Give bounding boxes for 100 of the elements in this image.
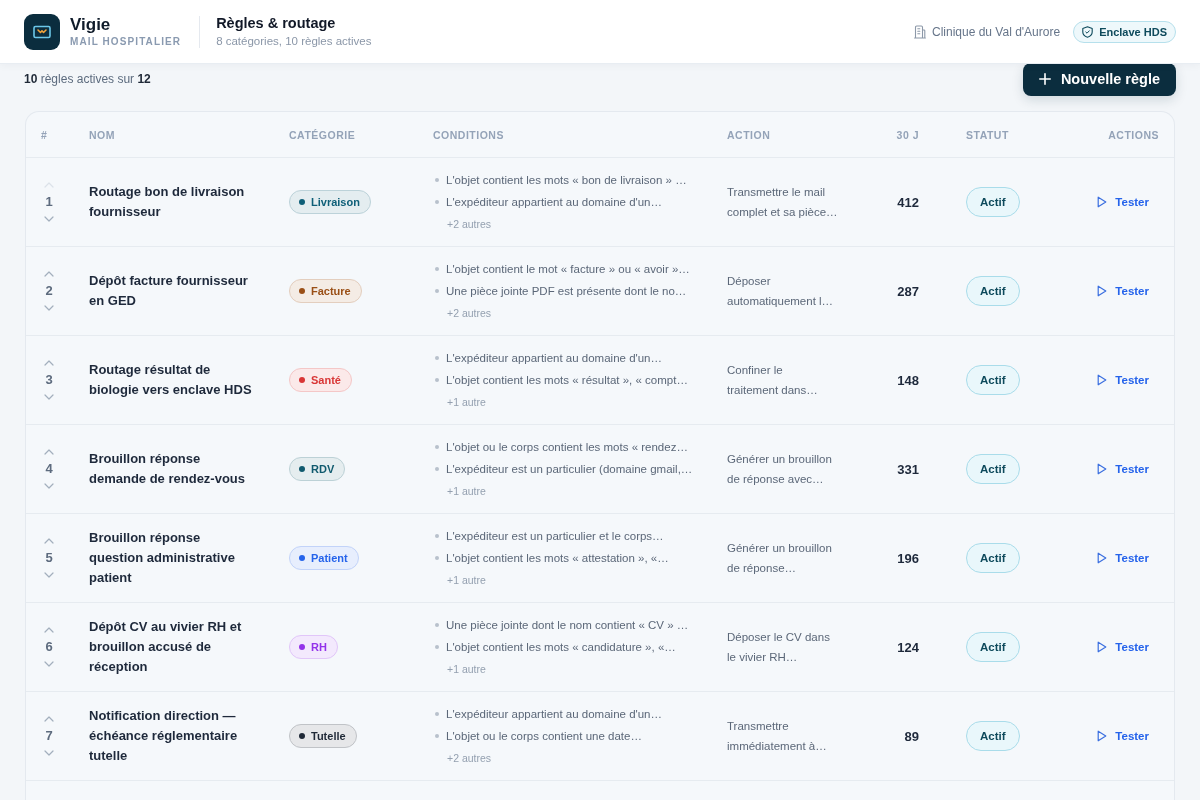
envelope-logo-icon <box>24 13 60 50</box>
rule-number: 3 <box>45 372 53 388</box>
match-count: 196 <box>897 550 919 566</box>
page-title: Règles & routage <box>216 14 337 32</box>
bullet-icon <box>435 623 439 627</box>
chevron-down-icon[interactable] <box>44 572 54 578</box>
status-badge: Actif <box>966 365 1020 395</box>
rule-action: Confiner le traitement dans… <box>727 363 818 398</box>
organization-name: Clinique du Val d'Aurore <box>931 24 1061 39</box>
play-icon <box>1097 374 1108 386</box>
play-icon <box>1097 552 1108 564</box>
more-conditions: +1 autre <box>446 662 486 677</box>
bullet-icon <box>435 534 439 538</box>
bullet-icon <box>435 378 439 382</box>
app-name: Vigie <box>70 14 112 35</box>
status-badge: Actif <box>966 632 1020 662</box>
rule-name: Brouillon réponse demande de rendez-vous <box>89 450 247 488</box>
chevron-up-icon[interactable] <box>44 627 54 633</box>
new-rule-button[interactable]: Nouvelle règle <box>1022 62 1176 96</box>
rule-name: Dépôt facture fournisseur en GED <box>89 272 249 310</box>
test-button[interactable]: Tester <box>1087 637 1159 657</box>
status-badge: Actif <box>966 543 1020 573</box>
condition-text: L'expéditeur appartient au domaine d'un… <box>446 708 662 720</box>
shield-icon <box>1082 25 1094 38</box>
rule-name: Notification direction — échéance réglementaire tutelle <box>89 707 239 765</box>
column-header: # <box>41 128 48 141</box>
rule-action: Générer un brouillon de réponse… <box>727 541 832 576</box>
condition-text: L'expéditeur appartient au domaine d'un… <box>446 196 662 208</box>
match-count: 89 <box>904 728 919 744</box>
condition-text: Une pièce jointe PDF est présente dont le no… <box>446 285 687 297</box>
test-button[interactable]: Tester <box>1087 192 1159 212</box>
environment-label: Enclave HDS <box>1099 25 1167 38</box>
rules-summary: 10 règles actives sur 12 <box>24 72 151 86</box>
bullet-icon <box>435 645 439 649</box>
match-count: 331 <box>897 461 919 477</box>
rule-number: 1 <box>45 194 53 210</box>
test-button[interactable]: Tester <box>1087 281 1159 301</box>
condition-text: L'objet contient les mots « résultat », « compt… <box>446 374 688 386</box>
match-count: 124 <box>897 639 919 655</box>
chevron-down-icon[interactable] <box>44 305 54 311</box>
chevron-down-icon[interactable] <box>44 483 54 489</box>
condition-text: L'expéditeur appartient au domaine d'un… <box>446 352 662 364</box>
chevron-up-icon[interactable] <box>44 716 54 722</box>
play-icon <box>1097 463 1108 475</box>
app-tagline: MAIL HOSPITALIER <box>70 34 182 49</box>
more-conditions: +2 autres <box>446 306 492 321</box>
column-header: ACTIONS <box>1108 128 1159 141</box>
bullet-icon <box>435 712 439 716</box>
more-conditions: +1 autre <box>446 484 486 499</box>
chevron-down-icon[interactable] <box>44 750 54 756</box>
column-header: CONDITIONS <box>433 128 504 141</box>
page-subtitle: 8 catégories, 10 règles actives <box>216 34 372 49</box>
category-label: Santé <box>311 374 341 386</box>
chevron-up-icon[interactable] <box>44 538 54 544</box>
match-count: 148 <box>897 372 919 388</box>
bullet-icon <box>435 734 439 738</box>
status-badge: Actif <box>966 721 1020 751</box>
match-count: 287 <box>897 283 919 299</box>
condition-text: L'objet contient le mot « facture » ou « avoir »… <box>446 263 690 275</box>
bullet-icon <box>435 467 439 471</box>
category-label: Livraison <box>311 196 360 208</box>
condition-text: L'expéditeur est un particulier et le corps… <box>446 530 664 542</box>
chevron-up-icon[interactable] <box>44 271 54 277</box>
rule-action: Déposer le CV dans le vivier RH… <box>727 630 830 665</box>
bullet-icon <box>435 445 439 449</box>
rule-action: Transmettre le mail complet et sa pièce… <box>727 185 838 220</box>
chevron-down-icon[interactable] <box>44 661 54 667</box>
rule-name: Routage résultat de biologie vers enclave HDS <box>89 361 253 399</box>
rule-number: 2 <box>45 283 53 299</box>
bullet-icon <box>435 178 439 182</box>
test-button[interactable]: Tester <box>1087 459 1159 479</box>
play-icon <box>1097 641 1108 653</box>
category-label: Facture <box>311 285 351 297</box>
column-header: 30 J <box>896 128 919 141</box>
rule-action: Déposer automatiquement l… <box>727 274 834 309</box>
rule-name: Dépôt CV au vivier RH et brouillon accusé de réception <box>89 618 243 676</box>
test-button[interactable]: Tester <box>1087 370 1159 390</box>
column-header: CATÉGORIE <box>289 128 356 141</box>
chevron-down-icon[interactable] <box>44 216 54 222</box>
condition-text: L'expéditeur est un particulier (domaine gmail,… <box>446 463 693 475</box>
condition-text: L'objet ou le corps contient les mots « rendez… <box>446 441 688 453</box>
more-conditions: +1 autre <box>446 573 486 588</box>
column-header: NOM <box>89 128 115 141</box>
chevron-down-icon[interactable] <box>44 394 54 400</box>
play-icon <box>1097 196 1108 208</box>
chevron-up-icon[interactable] <box>44 449 54 455</box>
category-label: Tutelle <box>311 730 346 742</box>
more-conditions: +2 autres <box>446 217 492 232</box>
condition-text: L'objet contient les mots « bon de livraison » … <box>446 174 687 186</box>
condition-text: L'objet contient les mots « attestation », «… <box>446 552 669 564</box>
test-button[interactable]: Tester <box>1087 726 1159 746</box>
status-badge: Actif <box>966 276 1020 306</box>
more-conditions: +2 autres <box>446 751 492 766</box>
rule-action: Générer un brouillon de réponse avec… <box>727 452 832 487</box>
more-conditions: +1 autre <box>446 395 486 410</box>
chevron-up-icon[interactable] <box>44 360 54 366</box>
bullet-icon <box>435 200 439 204</box>
test-button[interactable]: Tester <box>1087 548 1159 568</box>
status-badge: Actif <box>966 187 1020 217</box>
condition-text: L'objet ou le corps contient une date… <box>446 730 642 742</box>
